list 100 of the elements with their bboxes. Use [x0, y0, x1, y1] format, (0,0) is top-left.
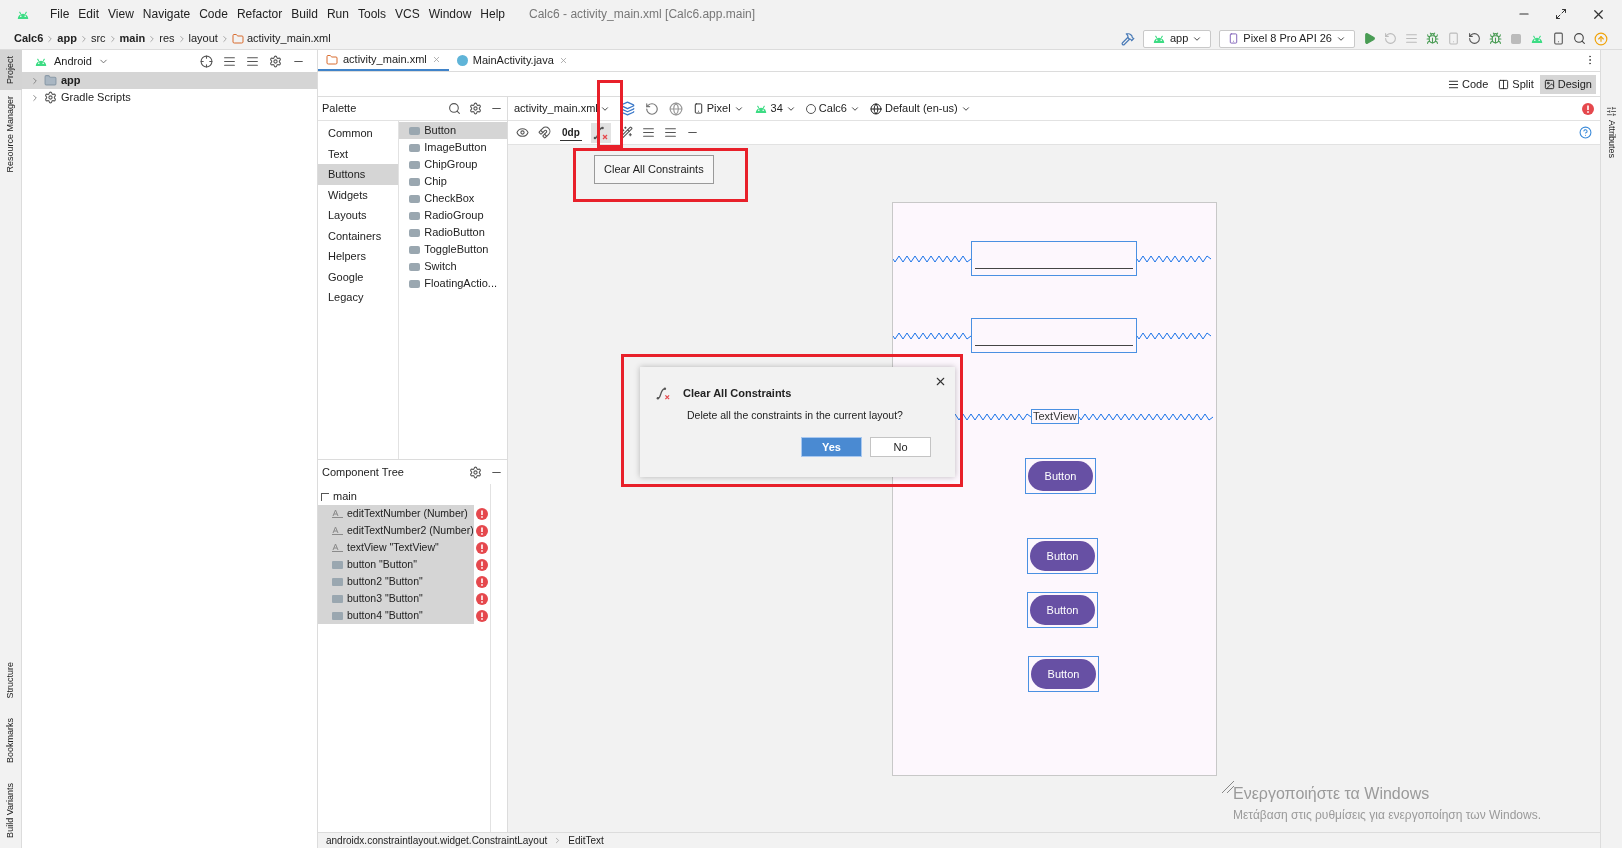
- align-icon[interactable]: [663, 126, 677, 139]
- settings-icon[interactable]: [469, 465, 482, 479]
- dialog-button[interactable]: No: [870, 437, 931, 458]
- palette-category[interactable]: Text: [318, 143, 399, 164]
- api-dropdown[interactable]: 34: [753, 100, 796, 117]
- tool-window-tab[interactable]: Bookmarks: [3, 718, 18, 764]
- palette-item[interactable]: Button: [399, 122, 507, 139]
- palette-item[interactable]: ImageButton: [399, 139, 507, 156]
- project-tree-item[interactable]: app: [22, 72, 317, 89]
- palette-item[interactable]: Switch: [399, 258, 507, 275]
- palette-item[interactable]: Chip: [399, 173, 507, 190]
- status-breadcrumb[interactable]: androidx.constraintlayout.widget.ConstraintLayout: [326, 833, 548, 848]
- menu-item[interactable]: File: [50, 5, 70, 23]
- menu-item[interactable]: VCS: [394, 5, 420, 23]
- palette-category[interactable]: Widgets: [318, 184, 399, 205]
- attributes-icon[interactable]: [1606, 106, 1617, 117]
- tool-window-tab[interactable]: Build Variants: [3, 783, 18, 838]
- target-icon[interactable]: [200, 54, 213, 68]
- tool-window-tab[interactable]: Structure: [3, 661, 18, 699]
- view-mode-button[interactable]: Design: [1539, 74, 1596, 94]
- hammer-icon[interactable]: [1120, 31, 1135, 46]
- palette-item[interactable]: CheckBox: [399, 190, 507, 207]
- editor-tab[interactable]: MainActivity.java: [448, 50, 576, 71]
- settings-icon[interactable]: [469, 102, 482, 115]
- search-icon[interactable]: [448, 102, 461, 115]
- device-dropdown[interactable]: Pixel 8 Pro API 26: [1219, 29, 1355, 48]
- orientation-icon[interactable]: [644, 101, 659, 116]
- device-dropdown[interactable]: Pixel: [692, 100, 744, 117]
- profile-icon[interactable]: [1468, 32, 1481, 45]
- settings-icon[interactable]: [269, 54, 282, 68]
- tool-window-tab[interactable]: Resource Manager: [0, 90, 22, 179]
- device-manager-icon[interactable]: [1552, 32, 1565, 45]
- palette-category[interactable]: Legacy: [318, 287, 399, 308]
- palette-item[interactable]: ChipGroup: [399, 156, 507, 173]
- component-tree-item[interactable]: editTextNumber2 (Number): [318, 522, 474, 539]
- file-dropdown[interactable]: activity_main.xml: [514, 100, 610, 117]
- palette-category[interactable]: Layouts: [318, 205, 399, 226]
- breadcrumb[interactable]: activity_main.xml: [246, 30, 331, 47]
- menu-item[interactable]: Help: [480, 5, 506, 23]
- clear-constraints-button[interactable]: [590, 122, 611, 143]
- view-mode-button[interactable]: Code: [1444, 74, 1493, 94]
- dialog-button[interactable]: Yes: [801, 437, 862, 458]
- help-icon[interactable]: [1579, 126, 1592, 139]
- component-tree-item[interactable]: editTextNumber (Number): [318, 505, 474, 522]
- menu-item[interactable]: Build: [291, 5, 318, 23]
- breadcrumb[interactable]: res: [159, 30, 175, 47]
- menu-item[interactable]: Window: [428, 5, 472, 23]
- attach-debugger-icon[interactable]: [1489, 32, 1502, 45]
- menu-item[interactable]: Refactor: [236, 5, 283, 23]
- palette-item[interactable]: ToggleButton: [399, 241, 507, 258]
- magnet-icon[interactable]: [538, 126, 551, 139]
- resize-handle-icon[interactable]: [1220, 779, 1236, 795]
- theme-dropdown[interactable]: Calc6: [805, 100, 860, 117]
- tool-window-tab[interactable]: Project: [0, 50, 22, 90]
- palette-category[interactable]: Helpers: [318, 246, 399, 267]
- run-icon[interactable]: [1363, 32, 1376, 45]
- palette-category[interactable]: Google: [318, 266, 399, 287]
- search-icon[interactable]: [1573, 32, 1586, 45]
- menu-item[interactable]: Edit: [78, 5, 100, 23]
- pack-icon[interactable]: [641, 126, 655, 139]
- view-mode-button[interactable]: Split: [1494, 74, 1538, 94]
- project-view-selector[interactable]: Android: [54, 52, 92, 70]
- palette-item[interactable]: RadioButton: [399, 224, 507, 241]
- restore-icon[interactable]: [1555, 8, 1567, 20]
- breadcrumb[interactable]: Calc6: [14, 30, 44, 47]
- tree-root[interactable]: main: [333, 488, 357, 505]
- menu-item[interactable]: Navigate: [142, 5, 191, 23]
- expand-all-icon[interactable]: [223, 54, 236, 68]
- status-breadcrumb[interactable]: EditText: [568, 833, 604, 848]
- widget-icon: [409, 262, 421, 271]
- eye-icon[interactable]: [516, 126, 529, 139]
- run-config-dropdown[interactable]: app: [1142, 29, 1212, 48]
- menu-item[interactable]: View: [108, 5, 134, 23]
- editor-tab[interactable]: activity_main.xml: [318, 50, 449, 71]
- night-mode-icon[interactable]: [668, 101, 683, 116]
- debug-icon[interactable]: [1426, 32, 1439, 45]
- tooltip: Clear All Constraints: [594, 155, 714, 184]
- component-tree-item[interactable]: button "Button": [318, 556, 474, 573]
- menu-item[interactable]: Tools: [357, 5, 386, 23]
- menu-item[interactable]: Code: [199, 5, 228, 23]
- palette-item[interactable]: RadioGroup: [399, 207, 507, 224]
- breadcrumb[interactable]: app: [57, 30, 77, 47]
- palette-category[interactable]: Buttons: [318, 164, 399, 185]
- project-tree-item[interactable]: Gradle Scripts: [22, 89, 317, 106]
- palette-category[interactable]: Common: [318, 123, 399, 144]
- palette-item[interactable]: FloatingActio...: [399, 275, 507, 292]
- component-tree-item[interactable]: button2 "Button": [318, 573, 474, 590]
- breadcrumb[interactable]: src: [90, 30, 106, 47]
- palette-category[interactable]: Containers: [318, 225, 399, 246]
- component-tree-item[interactable]: button3 "Button": [318, 590, 474, 607]
- menu-item[interactable]: Run: [326, 5, 349, 23]
- locale-dropdown[interactable]: Default (en-us): [869, 100, 971, 117]
- tool-window-tab[interactable]: Attributes: [1604, 120, 1619, 159]
- close-icon[interactable]: [934, 375, 947, 388]
- breadcrumb[interactable]: main: [119, 30, 146, 47]
- breadcrumb[interactable]: layout: [188, 30, 218, 47]
- component-tree-item[interactable]: button4 "Button": [318, 607, 474, 624]
- default-margin-field[interactable]: 0dp: [560, 124, 582, 141]
- component-tree-item[interactable]: textView "TextView": [318, 539, 474, 556]
- collapse-all-icon[interactable]: [246, 54, 259, 68]
